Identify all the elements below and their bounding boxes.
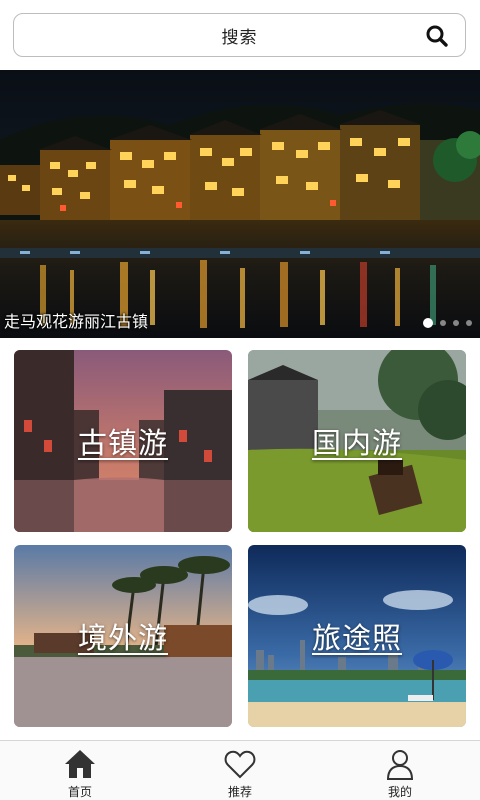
tile-label: 境外游: [77, 621, 168, 655]
search-label: 搜索: [221, 27, 258, 48]
tile-domestic[interactable]: 国内游: [248, 350, 466, 532]
carousel-dot[interactable]: [453, 320, 459, 326]
search-icon[interactable]: [425, 24, 449, 48]
tile-overseas[interactable]: 境外游: [14, 545, 232, 727]
tile-label: 旅途照: [311, 621, 402, 655]
nav-label: 我的: [387, 785, 412, 799]
carousel-indicator: [423, 318, 472, 328]
bottom-navigation: 首页 推荐 我的: [0, 740, 480, 800]
nav-item-mine[interactable]: 我的: [320, 741, 480, 800]
nav-label: 推荐: [227, 785, 252, 799]
nav-label: 首页: [67, 785, 92, 799]
carousel-dot[interactable]: [440, 320, 446, 326]
search-bar-container: 搜索: [0, 0, 480, 70]
tile-label: 国内游: [311, 426, 402, 460]
home-icon: [65, 750, 95, 778]
tile-ancient-town[interactable]: 古镇游: [14, 350, 232, 532]
search-input[interactable]: 搜索: [13, 13, 466, 57]
banner-carousel[interactable]: 走马观花游丽江古镇: [0, 70, 480, 338]
carousel-dot[interactable]: [466, 320, 472, 326]
heart-icon: [224, 750, 256, 779]
banner-image: [0, 70, 480, 338]
tile-label: 古镇游: [77, 426, 168, 460]
user-icon: [386, 750, 414, 780]
banner-caption: 走马观花游丽江古镇: [4, 312, 149, 331]
carousel-dot-active[interactable]: [423, 318, 433, 328]
nav-item-recommend[interactable]: 推荐: [160, 741, 320, 800]
nav-item-home[interactable]: 首页: [0, 741, 160, 800]
tile-travel-photos[interactable]: 旅途照: [248, 545, 466, 727]
